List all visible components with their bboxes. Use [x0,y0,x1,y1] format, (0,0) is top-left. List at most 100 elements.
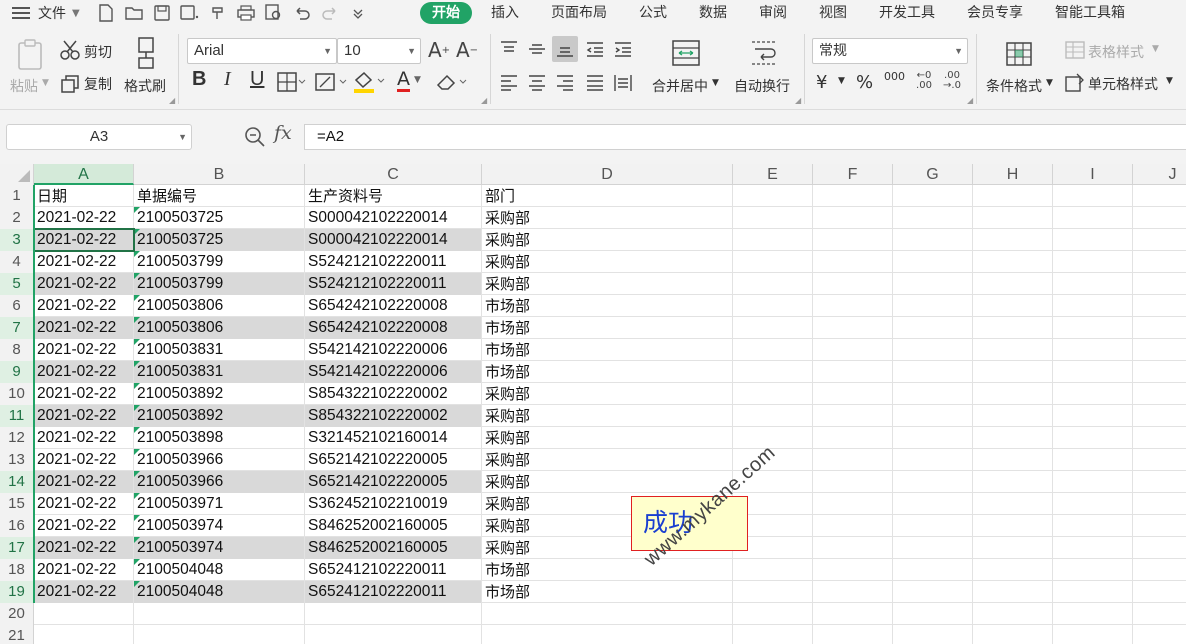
conditional-format-icon[interactable] [1004,40,1034,68]
cell-c[interactable]: S652142102220005 [305,449,482,471]
empty-cell[interactable] [1053,537,1133,559]
row-header[interactable]: 16 [0,515,34,537]
cell-d[interactable]: 采购部 [482,251,733,273]
cell-c[interactable]: S542142102220006 [305,339,482,361]
cell-c[interactable]: S854322102220002 [305,405,482,427]
cell-d[interactable]: 市场部 [482,361,733,383]
empty-cell[interactable] [1133,493,1186,515]
merge-center-icon[interactable] [670,38,702,68]
copy-icon[interactable] [58,72,82,96]
tab-home[interactable]: 开始 [420,2,472,24]
empty-cell[interactable] [813,361,893,383]
empty-cell[interactable] [1133,317,1186,339]
format-painter-button[interactable]: 格式刷 [124,76,166,96]
empty-cell[interactable] [813,405,893,427]
cell-style-icon[interactable] [1064,72,1086,94]
column-header-f[interactable]: F [813,164,893,185]
table-style-dropdown-icon[interactable]: ▼ [1152,44,1159,54]
empty-cell[interactable] [813,471,893,493]
cell-c[interactable] [305,603,482,625]
empty-cell[interactable] [1053,559,1133,581]
empty-cell[interactable] [1133,185,1186,207]
cell-a[interactable]: 2021-02-22 [34,427,134,449]
empty-cell[interactable] [893,361,973,383]
cell-d[interactable]: 部门 [482,185,733,207]
empty-cell[interactable] [893,493,973,515]
cell-a[interactable]: 2021-02-22 [34,251,134,273]
empty-cell[interactable] [733,185,813,207]
cell-b[interactable]: 2100503974 [134,537,305,559]
tab-member[interactable]: 会员专享 [954,2,1036,24]
empty-cell[interactable] [1133,603,1186,625]
empty-cell[interactable] [813,317,893,339]
row-header[interactable]: 4 [0,251,34,273]
print-preview-icon[interactable] [262,1,286,25]
row-header[interactable]: 15 [0,493,34,515]
thousands-separator-button[interactable]: 000 [884,70,905,83]
empty-cell[interactable] [973,339,1053,361]
empty-cell[interactable] [1133,229,1186,251]
cell-b[interactable]: 2100503974 [134,515,305,537]
empty-cell[interactable] [1053,449,1133,471]
cell-a[interactable]: 2021-02-22 [34,449,134,471]
number-expand-icon[interactable]: ◢ [967,96,973,105]
name-box[interactable]: A3 ▼ [6,124,192,150]
chevron-down-icon[interactable]: ▼ [72,8,80,19]
column-header-e[interactable]: E [733,164,813,185]
empty-cell[interactable] [1053,229,1133,251]
empty-cell[interactable] [813,383,893,405]
tab-data[interactable]: 数据 [686,2,740,24]
formula-input[interactable]: =A2 [304,124,1186,150]
row-header[interactable]: 3 [0,229,34,251]
empty-cell[interactable] [1133,207,1186,229]
save-as-icon[interactable] [178,1,202,25]
cell-a[interactable]: 2021-02-22 [34,515,134,537]
cell-d[interactable] [482,603,733,625]
empty-cell[interactable] [1053,207,1133,229]
column-header-g[interactable]: G [893,164,973,185]
empty-cell[interactable] [813,229,893,251]
empty-cell[interactable] [973,273,1053,295]
save-icon[interactable] [150,1,174,25]
empty-cell[interactable] [973,493,1053,515]
empty-cell[interactable] [733,405,813,427]
cell-d[interactable]: 采购部 [482,383,733,405]
cell-c[interactable]: S000042102220014 [305,207,482,229]
empty-cell[interactable] [973,581,1053,603]
empty-cell[interactable] [1133,361,1186,383]
empty-cell[interactable] [733,317,813,339]
cell-b[interactable]: 2100503966 [134,471,305,493]
row-header[interactable]: 14 [0,471,34,493]
empty-cell[interactable] [1053,295,1133,317]
cell-a[interactable]: 2021-02-22 [34,471,134,493]
cell-a[interactable]: 2021-02-22 [34,339,134,361]
cell-c[interactable]: S542142102220006 [305,361,482,383]
empty-cell[interactable] [893,405,973,427]
empty-cell[interactable] [1133,515,1186,537]
cell-b[interactable]: 2100504048 [134,581,305,603]
cell-c[interactable]: S652412102220011 [305,559,482,581]
empty-cell[interactable] [1133,625,1186,644]
empty-cell[interactable] [1133,383,1186,405]
cell-fill-style-icon[interactable] [314,70,348,94]
cell-b[interactable] [134,603,305,625]
file-menu[interactable]: 文件 [38,3,66,23]
open-folder-icon[interactable] [122,1,146,25]
cell-c[interactable]: S654242102220008 [305,295,482,317]
cell-d[interactable]: 市场部 [482,317,733,339]
cell-d[interactable]: 采购部 [482,229,733,251]
empty-cell[interactable] [1053,273,1133,295]
cell-a[interactable] [34,603,134,625]
cell-c[interactable]: S846252002160005 [305,537,482,559]
format-paint-icon[interactable] [206,1,230,25]
column-header-d[interactable]: D [482,164,733,185]
empty-cell[interactable] [973,515,1053,537]
empty-cell[interactable] [813,559,893,581]
decrease-indent-icon[interactable] [584,38,606,60]
empty-cell[interactable] [733,603,813,625]
empty-cell[interactable] [893,427,973,449]
cell-d[interactable] [482,625,733,644]
cell-b[interactable]: 2100503725 [134,229,305,251]
empty-cell[interactable] [1133,427,1186,449]
clear-format-eraser-icon[interactable] [434,70,468,94]
